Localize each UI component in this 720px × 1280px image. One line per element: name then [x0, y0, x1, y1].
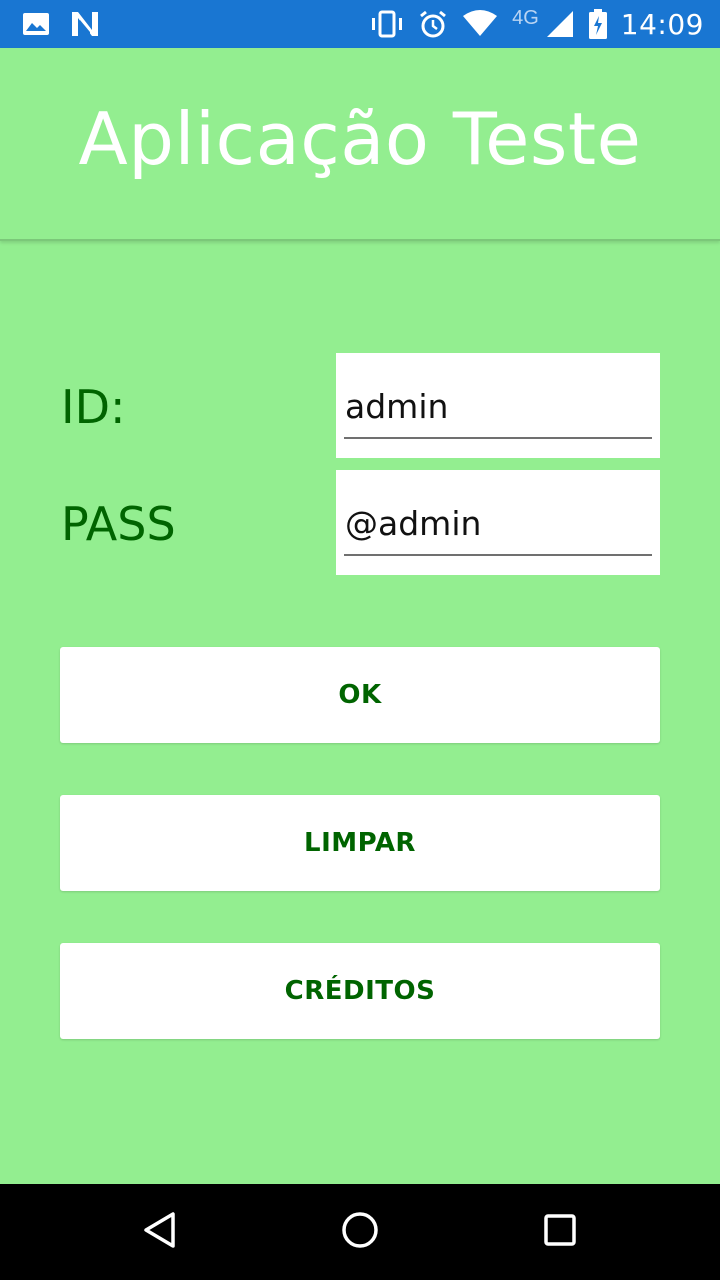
app-title: Aplicação Teste — [78, 96, 642, 181]
pass-label: PASS — [61, 497, 176, 551]
credits-button[interactable]: CRÉDITOS — [60, 943, 660, 1039]
signal-icon — [545, 9, 575, 39]
back-button[interactable] — [130, 1202, 190, 1262]
pass-field-container — [336, 470, 660, 575]
navigation-bar — [0, 1184, 720, 1280]
clear-button[interactable]: LIMPAR — [60, 795, 660, 891]
id-input[interactable] — [344, 375, 652, 439]
app-bar: Aplicação Teste — [0, 48, 720, 241]
id-label: ID: — [61, 380, 126, 434]
pass-input[interactable] — [344, 492, 652, 556]
ok-button[interactable]: OK — [60, 647, 660, 743]
recents-button[interactable] — [530, 1202, 590, 1262]
wifi-icon — [462, 10, 498, 38]
home-icon — [340, 1210, 380, 1255]
vibrate-icon — [370, 10, 404, 38]
battery-icon — [588, 9, 607, 39]
home-button[interactable] — [330, 1202, 390, 1262]
n-notification-icon — [70, 10, 100, 38]
clock: 14:09 — [620, 7, 704, 41]
network-type-label: 4G — [512, 6, 539, 29]
alarm-icon — [418, 9, 448, 39]
recents-icon — [540, 1210, 580, 1255]
id-field-container — [336, 353, 660, 458]
status-bar: 4G 14:09 — [0, 0, 720, 48]
back-icon — [140, 1210, 180, 1255]
image-icon — [22, 12, 50, 36]
